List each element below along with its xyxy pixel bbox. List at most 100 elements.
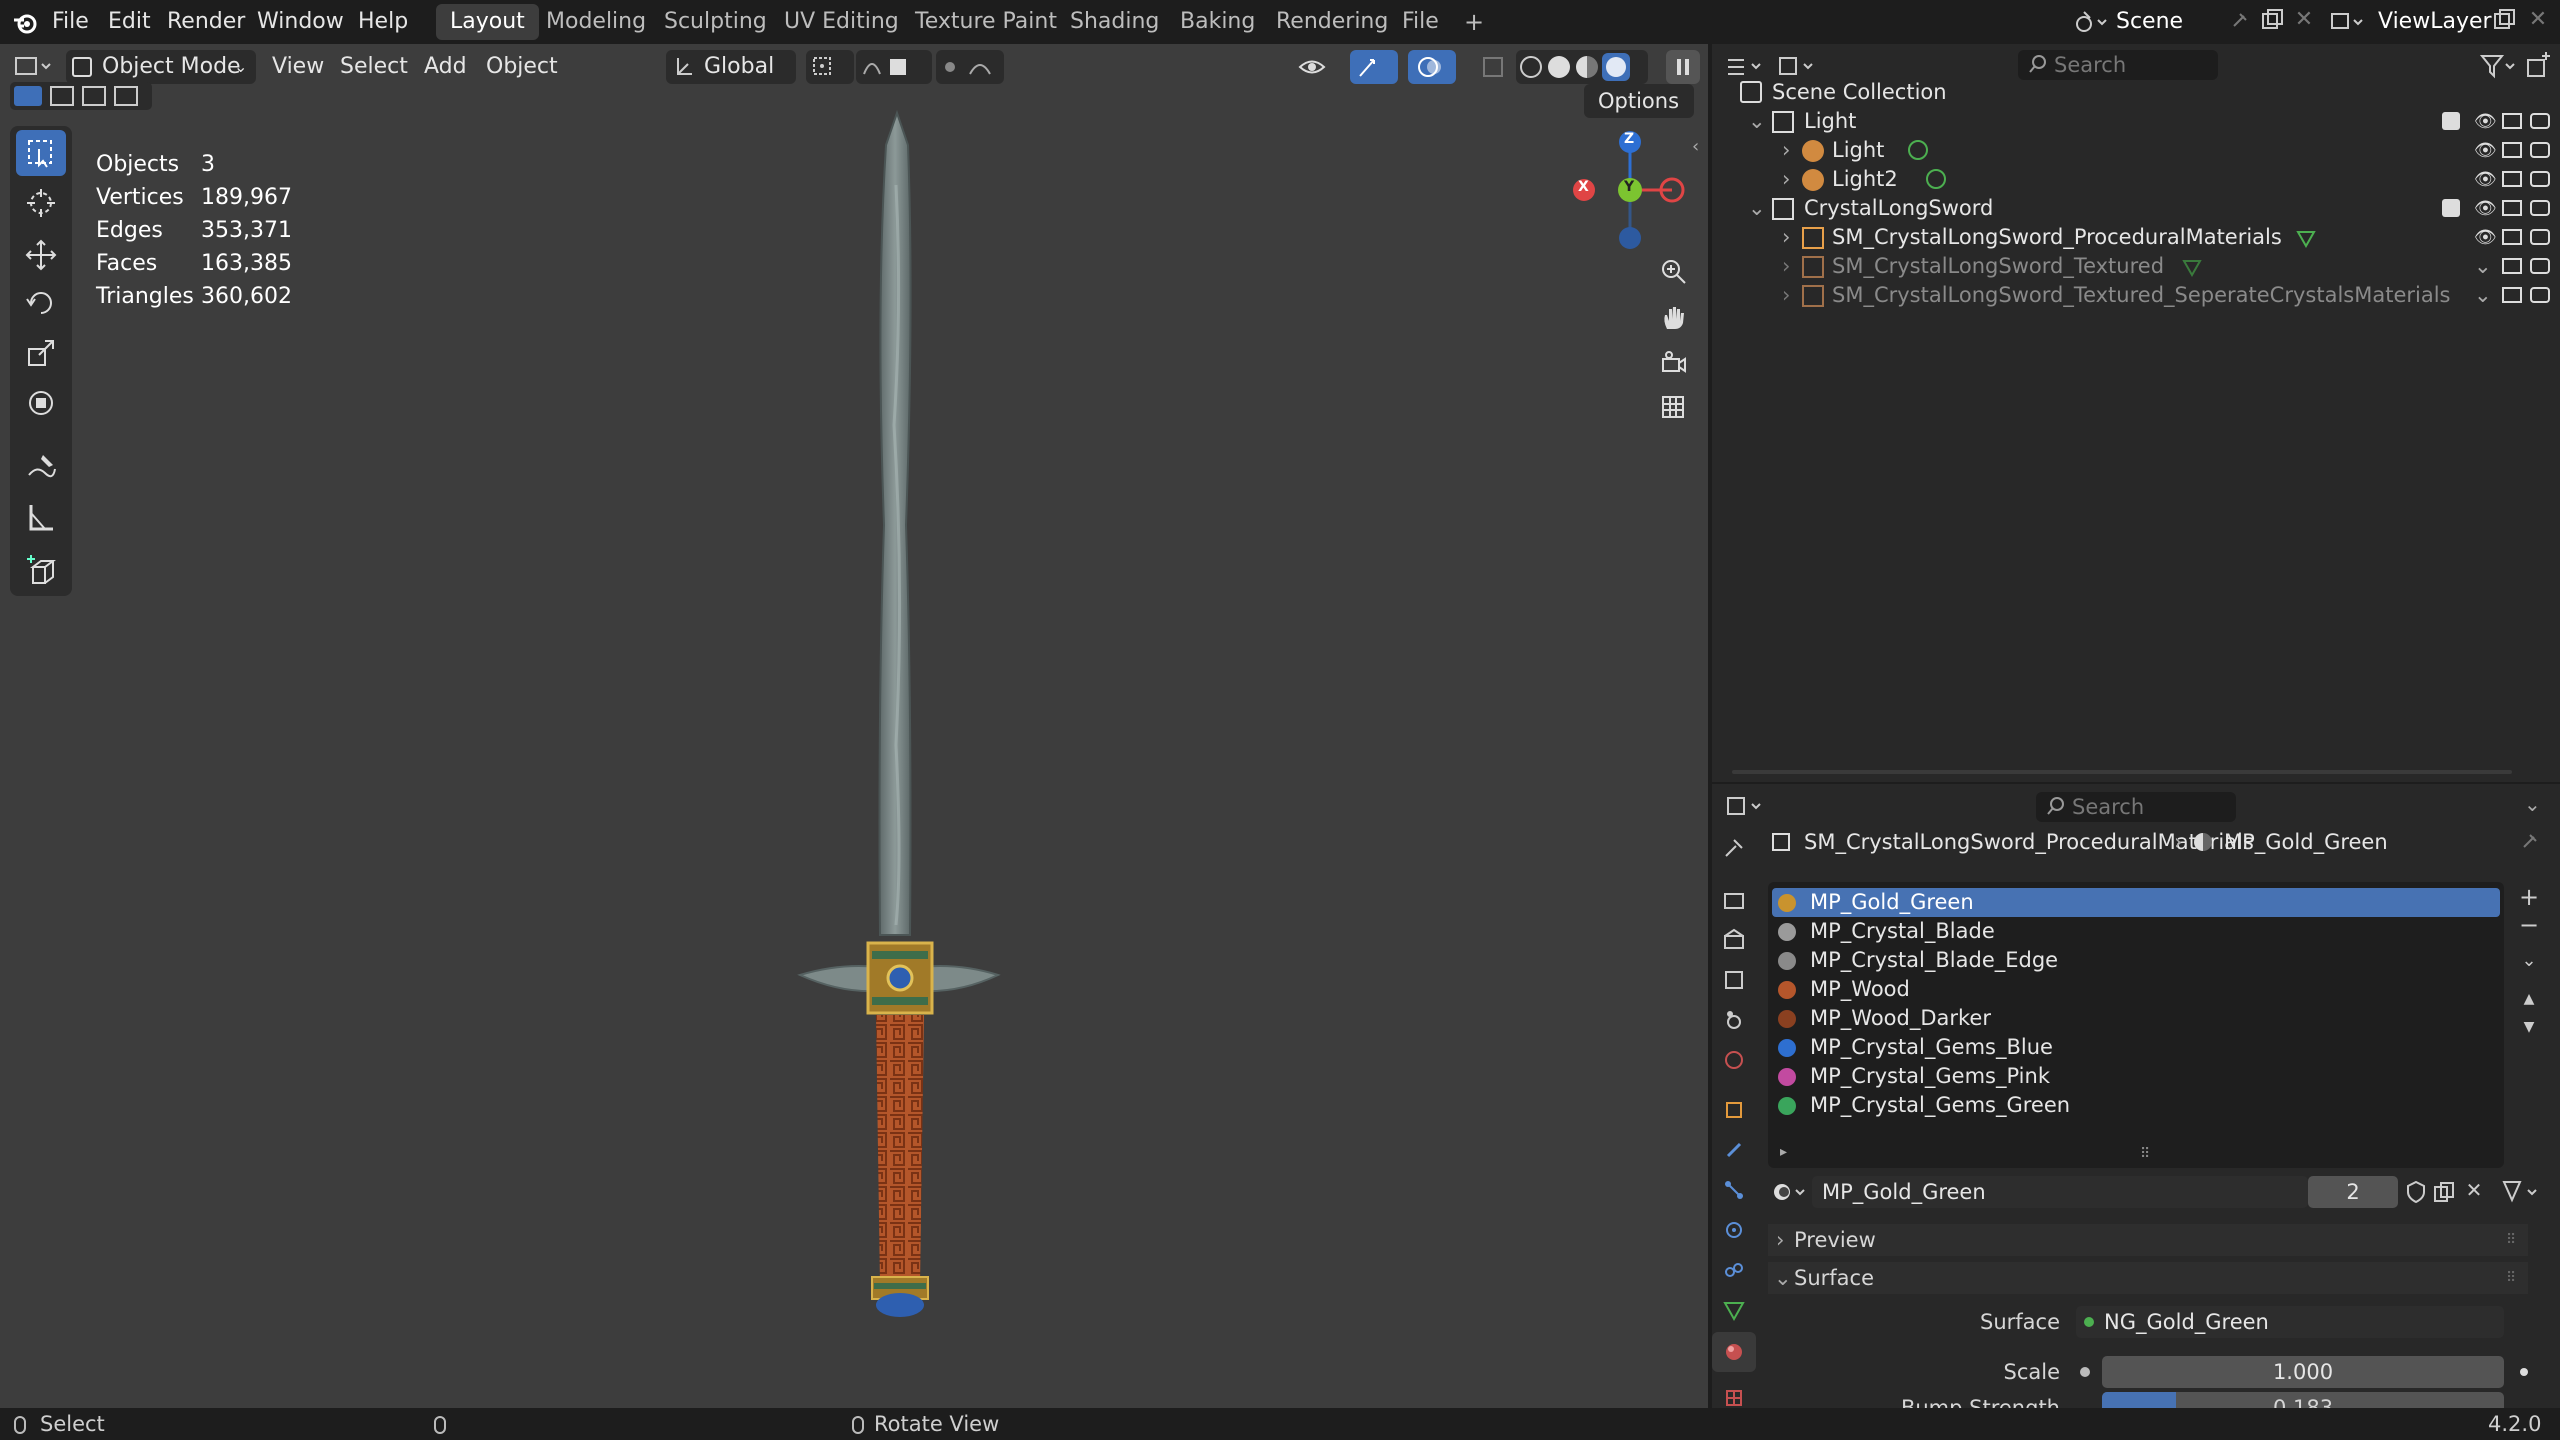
transform-tool[interactable] <box>16 380 66 426</box>
blender-logo-icon[interactable] <box>12 10 38 36</box>
proportional-editing-button[interactable] <box>936 50 1004 84</box>
scale-tool[interactable] <box>16 330 66 376</box>
material-properties-tab[interactable] <box>1712 1332 1756 1372</box>
outliner-scene-collection[interactable]: Scene Collection <box>1712 78 2560 107</box>
expand-arrow-icon[interactable]: ▸ <box>1780 1144 1787 1160</box>
browse-material-icon[interactable] <box>1770 1176 1810 1208</box>
perspective-grid-icon[interactable] <box>1652 386 1694 428</box>
checkbox-icon[interactable] <box>2442 199 2460 217</box>
view-layer-properties-tab[interactable] <box>1712 960 1756 1000</box>
eye-icon[interactable]: 👁 <box>2474 165 2497 194</box>
display-mode-icon[interactable] <box>1776 54 1816 80</box>
material-slot[interactable]: MP_Crystal_Blade <box>1772 917 2500 946</box>
pin-icon[interactable] <box>2228 10 2250 32</box>
sidebar-collapse-icon[interactable]: ‹ <box>1692 136 1704 157</box>
chevron-right-icon[interactable]: › <box>1782 223 1790 252</box>
monitor-icon[interactable] <box>2502 113 2522 129</box>
remove-material-slot-button[interactable]: − <box>2516 912 2542 938</box>
pan-hand-icon[interactable] <box>1652 296 1694 338</box>
outliner-object-light2[interactable]: › Light2 👁 <box>1712 165 2560 194</box>
breadcrumb-object[interactable]: SM_CrystalLongSword_ProceduralMaterials <box>1804 826 2254 858</box>
surface-shader-field[interactable]: NG_Gold_Green <box>2076 1306 2504 1338</box>
scale-slider[interactable]: 1.000 <box>2102 1356 2504 1388</box>
navigation-gizmo[interactable]: Z X Y <box>1560 126 1700 256</box>
options-button[interactable]: Options <box>1584 84 1694 118</box>
eye-closed-icon[interactable]: ⌄ <box>2474 252 2492 281</box>
keyframe-dot-icon[interactable] <box>2520 1368 2528 1376</box>
menu-add[interactable]: Add <box>424 52 467 82</box>
eye-icon[interactable]: 👁 <box>2474 223 2497 252</box>
drag-handle-icon[interactable]: ⠿ <box>2506 1262 2516 1294</box>
delete-viewlayer-icon[interactable]: ✕ <box>2526 8 2550 32</box>
solid-shading-icon[interactable] <box>1548 56 1570 78</box>
overlays-toggle-button[interactable] <box>1408 50 1456 84</box>
rotate-tool[interactable] <box>16 280 66 326</box>
mesh-data-icon[interactable] <box>2296 227 2316 249</box>
select-box-tool[interactable] <box>16 130 66 176</box>
filter-icon[interactable] <box>2478 52 2518 80</box>
properties-search-input[interactable]: Search <box>2036 792 2236 822</box>
camera-icon[interactable] <box>2530 287 2550 303</box>
chevron-right-icon[interactable]: › <box>1782 252 1790 281</box>
outliner-search-input[interactable]: Search <box>2018 50 2218 80</box>
tab-texture-paint[interactable]: Texture Paint <box>901 4 1071 40</box>
light-data-icon[interactable] <box>1926 169 1946 189</box>
viewlayer-icon[interactable] <box>2328 8 2364 36</box>
cursor-tool[interactable] <box>16 180 66 226</box>
camera-icon[interactable] <box>2530 258 2550 274</box>
scene-icon[interactable] <box>2072 8 2108 36</box>
snapping-button[interactable] <box>856 50 932 84</box>
output-properties-tab[interactable] <box>1712 920 1756 960</box>
select-new-icon[interactable] <box>14 86 42 106</box>
user-count-button[interactable]: 2 <box>2308 1176 2398 1208</box>
material-slot[interactable]: MP_Gold_Green <box>1772 888 2500 917</box>
link-mode-icon[interactable] <box>2500 1176 2544 1208</box>
material-slot[interactable]: MP_Wood <box>1772 975 2500 1004</box>
eye-icon[interactable]: 👁 <box>2474 107 2497 136</box>
camera-icon[interactable] <box>2530 113 2550 129</box>
menu-file[interactable]: File <box>52 0 89 44</box>
viewlayer-selector[interactable]: ViewLayer <box>2378 6 2492 38</box>
add-workspace-button[interactable]: + <box>1450 4 1498 40</box>
scene-properties-tab[interactable] <box>1712 1000 1756 1040</box>
annotate-tool[interactable] <box>16 444 66 490</box>
properties-editor-type-icon[interactable] <box>1724 794 1764 820</box>
monitor-icon[interactable] <box>2502 142 2522 158</box>
checkbox-icon[interactable] <box>2442 112 2460 130</box>
new-scene-icon[interactable] <box>2260 8 2284 32</box>
tab-uv-editing[interactable]: UV Editing <box>770 4 913 40</box>
chevron-down-icon[interactable]: ⌄ <box>1748 107 1766 136</box>
outliner-collection-light[interactable]: ⌄ Light 👁 <box>1712 107 2560 136</box>
material-slot[interactable]: MP_Crystal_Gems_Green <box>1772 1091 2500 1120</box>
camera-icon[interactable] <box>2530 142 2550 158</box>
move-slot-down-icon[interactable]: ▼ <box>2516 1014 2542 1040</box>
tab-rendering[interactable]: Rendering <box>1262 4 1402 40</box>
menu-select[interactable]: Select <box>340 52 408 82</box>
chevron-down-icon[interactable]: ⌄ <box>1748 194 1766 223</box>
menu-view[interactable]: View <box>272 52 324 82</box>
mesh-data-properties-tab[interactable] <box>1712 1290 1756 1330</box>
surface-panel-header[interactable]: ⌄ Surface ⠿ <box>1768 1262 2528 1294</box>
material-name-field[interactable]: MP_Gold_Green <box>1812 1176 2308 1208</box>
tab-sculpting[interactable]: Sculpting <box>650 4 781 40</box>
resize-handle-icon[interactable]: ⠿ <box>2140 1146 2150 1162</box>
xray-toggle-button[interactable] <box>1476 50 1514 84</box>
outliner-object-procedural[interactable]: › SM_CrystalLongSword_ProceduralMaterial… <box>1712 223 2560 252</box>
outliner-scrollbar[interactable] <box>1732 770 2512 774</box>
outliner-object-light[interactable]: › Light 👁 <box>1712 136 2560 165</box>
selection-mode-group[interactable] <box>10 82 152 110</box>
visibility-selector[interactable] <box>1296 50 1344 84</box>
camera-view-icon[interactable] <box>1652 342 1694 384</box>
chevron-right-icon[interactable]: › <box>1782 281 1790 310</box>
gizmo-toggle-button[interactable] <box>1350 50 1398 84</box>
monitor-icon[interactable] <box>2502 258 2522 274</box>
tab-layout[interactable]: Layout <box>436 4 539 40</box>
menu-help[interactable]: Help <box>358 0 408 44</box>
pin-icon[interactable] <box>2518 830 2540 852</box>
unlink-material-icon[interactable]: ✕ <box>2462 1178 2486 1202</box>
monitor-icon[interactable] <box>2502 171 2522 187</box>
bump-strength-slider[interactable]: 0.183 <box>2102 1392 2504 1408</box>
drag-handle-icon[interactable]: ⠿ <box>2506 1224 2516 1256</box>
fake-user-shield-icon[interactable] <box>2404 1180 2428 1204</box>
mode-selector[interactable]: Object Mode ⌄ <box>66 50 256 84</box>
